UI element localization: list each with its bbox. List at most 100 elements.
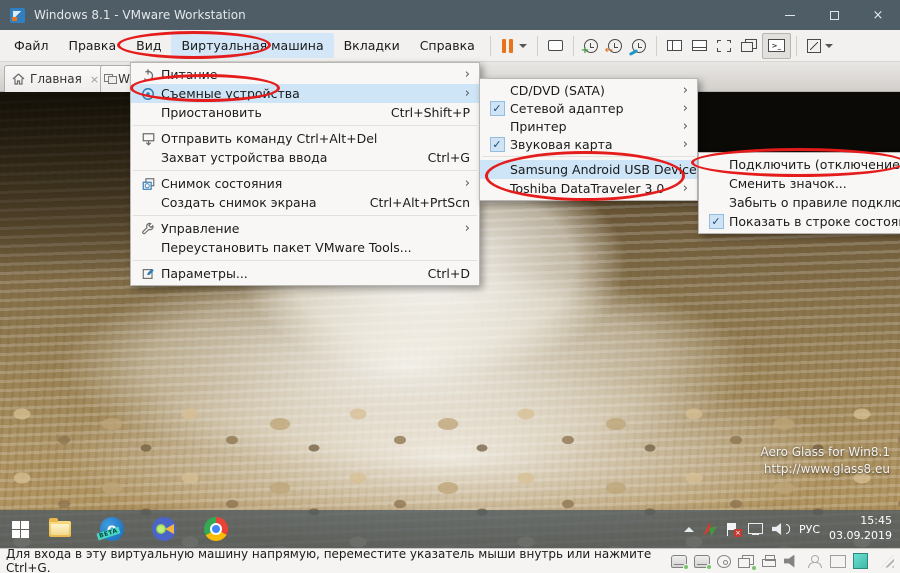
fit-screen-icon [717, 40, 731, 52]
home-icon [12, 73, 25, 85]
maximize-button[interactable] [812, 0, 856, 30]
usb-controller-icon[interactable] [807, 555, 823, 568]
menu-item-capture-screen[interactable]: Создать снимок экрана Ctrl+Alt+PrtScn [131, 193, 479, 212]
snapshot-manager-button[interactable] [627, 33, 651, 59]
submenu-item-cddvd[interactable]: CD/DVD (SATA) › [480, 81, 697, 99]
close-icon: × [873, 8, 884, 23]
menu-virtual-machine[interactable]: Виртуальная машина [171, 33, 333, 58]
usb-device-submenu: Подключить (отключение от Узел) Сменить … [698, 152, 900, 234]
network-tray-icon[interactable] [748, 523, 763, 535]
antivirus-tray-icon[interactable] [703, 522, 717, 536]
watermark-line1: Aero Glass for Win8.1 [761, 444, 890, 461]
send-ctrl-alt-del-button[interactable] [543, 33, 568, 59]
chrome-button[interactable] [196, 517, 236, 541]
snapshot-revert-icon: ← [608, 39, 622, 53]
fullscreen-icon [807, 39, 821, 53]
hard-disk-icon[interactable] [671, 555, 687, 568]
tray-time: 15:45 [829, 514, 892, 529]
unity-mode-button[interactable] [736, 33, 762, 59]
tab-home[interactable]: Главная × [4, 65, 107, 92]
watermark-line2: http://www.glass8.eu [761, 461, 890, 478]
menu-separator [482, 156, 695, 157]
vmware-workstation-window: Windows 8.1 - VMware Workstation × Файл … [0, 0, 900, 573]
menu-view[interactable]: Вид [126, 33, 171, 58]
file-explorer-button[interactable] [40, 521, 80, 537]
vm-tab-icon [108, 74, 113, 84]
folder-icon [49, 521, 71, 537]
submenu-item-change-icon[interactable]: Сменить значок... [699, 174, 900, 193]
sound-icon[interactable] [784, 555, 800, 568]
menu-item-power[interactable]: Питание › [131, 65, 479, 84]
submenu-arrow-icon: › [465, 177, 470, 190]
vmware-logo-icon [10, 8, 25, 23]
network-adapter-icon[interactable] [738, 555, 754, 568]
submenu-item-toshiba-usb[interactable]: Toshiba DataTraveler 3.0 › [480, 179, 697, 198]
pause-vm-button[interactable] [496, 33, 532, 59]
volume-tray-icon[interactable] [772, 523, 790, 535]
toolbar-separator [490, 36, 491, 56]
clock-area[interactable]: 15:45 03.09.2019 [829, 514, 892, 544]
resize-grip[interactable] [881, 555, 894, 568]
submenu-item-forget-rule[interactable]: Забыть о правиле подключения [699, 193, 900, 212]
menu-item-manage[interactable]: Управление › [131, 219, 479, 238]
menu-item-reinstall-tools[interactable]: Переустановить пакет VMware Tools... [131, 238, 479, 257]
checkmark-icon: ✓ [709, 214, 724, 229]
menu-item-settings[interactable]: Параметры... Ctrl+D [131, 264, 479, 283]
submenu-item-samsung-usb[interactable]: Samsung Android USB Device › [480, 160, 697, 179]
fullscreen-button[interactable] [802, 33, 838, 59]
show-hidden-icons-chevron[interactable] [684, 527, 694, 532]
message-log-icon[interactable] [853, 553, 868, 569]
window-title: Windows 8.1 - VMware Workstation [34, 8, 246, 22]
tab-home-label: Главная [30, 72, 82, 86]
menu-item-grab-input[interactable]: Захват устройства ввода Ctrl+G [131, 148, 479, 167]
minimize-button[interactable] [768, 0, 812, 30]
pause-icon [509, 39, 513, 53]
chevron-down-icon[interactable] [519, 44, 527, 48]
submenu-arrow-icon: › [683, 120, 688, 133]
shortcut-label: Ctrl+G [408, 150, 470, 165]
fit-guest-button[interactable] [712, 33, 736, 59]
menu-edit[interactable]: Правка [59, 33, 127, 58]
menu-help[interactable]: Справка [410, 33, 485, 58]
edge-beta-button[interactable]: e BETA [92, 517, 132, 541]
take-snapshot-button[interactable]: + [579, 33, 603, 59]
chevron-down-icon[interactable] [825, 44, 833, 48]
submenu-item-show-in-status-bar[interactable]: ✓ Показать в строке состояния [699, 212, 900, 231]
menu-item-suspend[interactable]: Приостановить Ctrl+Shift+P [131, 103, 479, 122]
removable-devices-icon [135, 87, 161, 101]
hard-disk2-icon[interactable] [694, 555, 710, 568]
thumbnail-bar-icon [692, 40, 707, 51]
cascade-windows-icon [741, 39, 757, 52]
submenu-item-sound-card[interactable]: ✓ Звуковая карта › [480, 135, 697, 153]
minimize-icon [785, 15, 795, 16]
display-icon[interactable] [830, 555, 846, 568]
submenu-arrow-icon: › [465, 68, 470, 81]
show-thumbnail-bar-button[interactable] [687, 33, 712, 59]
menu-item-removable-devices[interactable]: Съемные устройства › [131, 84, 479, 103]
submenu-item-printer[interactable]: Принтер › [480, 117, 697, 135]
menu-toolbar-row: Файл Правка Вид Виртуальная машина Вклад… [0, 30, 900, 62]
submenu-item-connect[interactable]: Подключить (отключение от Узел) [699, 155, 900, 174]
revert-snapshot-button[interactable]: ← [603, 33, 627, 59]
close-button[interactable]: × [856, 0, 900, 30]
status-device-icons [671, 553, 894, 569]
menu-tabs[interactable]: Вкладки [334, 33, 410, 58]
menu-item-send-ctrl-alt-del[interactable]: Отправить команду Ctrl+Alt+Del [131, 129, 479, 148]
show-library-button[interactable] [662, 33, 687, 59]
submenu-arrow-icon: › [683, 182, 688, 195]
tab-close-icon[interactable]: × [90, 73, 99, 86]
cd-dvd-icon[interactable] [717, 555, 731, 568]
edge-icon: e BETA [100, 517, 124, 541]
menu-separator [133, 260, 477, 261]
menu-separator [133, 170, 477, 171]
language-indicator[interactable]: РУС [799, 523, 820, 536]
media-app-button[interactable] [144, 517, 184, 541]
menu-item-snapshot[interactable]: Снимок состояния › [131, 174, 479, 193]
menu-file[interactable]: Файл [4, 33, 59, 58]
console-view-button[interactable]: >_ [762, 33, 791, 59]
action-center-flag-icon[interactable]: × [726, 523, 739, 536]
titlebar: Windows 8.1 - VMware Workstation × [0, 0, 900, 30]
printer-icon[interactable] [761, 555, 777, 568]
submenu-item-network-adapter[interactable]: ✓ Сетевой адаптер › [480, 99, 697, 117]
start-button[interactable] [0, 521, 40, 538]
